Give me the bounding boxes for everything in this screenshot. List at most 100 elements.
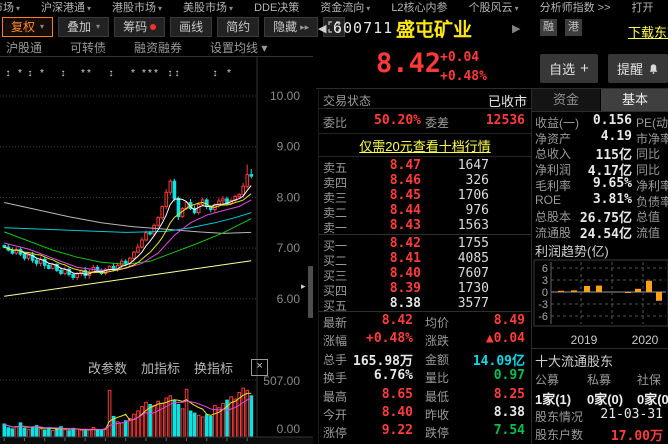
- weibi-label: 委比: [323, 114, 347, 131]
- stat-label: 涨幅: [323, 332, 347, 349]
- bid-row[interactable]: 买四8.391730: [319, 281, 531, 296]
- stat-value: 8.42: [347, 313, 413, 328]
- switch-indicator-button[interactable]: 换指标: [194, 358, 233, 377]
- draw-line-label: 画线: [179, 19, 203, 35]
- panel-collapse-icon[interactable]: ▸: [301, 281, 306, 292]
- bid-row[interactable]: 买一8.421755: [319, 236, 531, 251]
- svg-text:↕: ↕: [175, 68, 180, 79]
- svg-text:↕: ↕: [213, 68, 218, 79]
- overlay-button[interactable]: 叠加 ▾: [58, 17, 109, 37]
- svg-text:-6: -6: [538, 311, 548, 323]
- tab-basic[interactable]: 基本: [601, 89, 668, 111]
- close-indicator-icon[interactable]: ×: [251, 359, 268, 376]
- menu-item-7[interactable]: 个股风云▾: [469, 0, 519, 14]
- weibi-value: 50.20%: [359, 113, 421, 128]
- bid-price: 8.40: [357, 266, 421, 281]
- svg-text:7.00: 7.00: [277, 241, 301, 255]
- subnav-item-3[interactable]: 设置均线 ▾: [210, 39, 267, 56]
- stat-label: 涨停: [323, 424, 347, 441]
- svg-text:*: *: [148, 68, 152, 79]
- menu-item-4[interactable]: DDE决策: [254, 0, 299, 14]
- fundamental-row: 总收入115亿同比: [532, 144, 668, 160]
- draw-line-button[interactable]: 画线: [170, 17, 212, 37]
- svg-text:↕: ↕: [61, 68, 66, 79]
- menu-item-9[interactable]: 打开: [631, 0, 653, 14]
- chips-button[interactable]: 筹码: [114, 17, 165, 37]
- menu-item-0[interactable]: 市场▾: [0, 0, 20, 14]
- ask-row[interactable]: 卖二8.44976: [319, 203, 531, 218]
- bell-icon: [648, 63, 659, 75]
- adjust-price-button[interactable]: 复权 ▾: [2, 17, 53, 37]
- hide-button[interactable]: 隐藏 ▸▸: [264, 17, 318, 37]
- margin-badge[interactable]: 融: [540, 19, 557, 36]
- info-panel: 资金 基本 收益(一)0.156PE(动)净资产4.19市净率总收入115亿同比…: [531, 89, 668, 444]
- holder-col-label: 社保: [637, 371, 661, 388]
- add-indicator-button[interactable]: 加指标: [141, 358, 180, 377]
- download-link[interactable]: 下载东方财富: [628, 22, 668, 41]
- menu-item-6[interactable]: L2核心内参: [391, 0, 447, 14]
- stats-row: 最高8.65最低8.25: [319, 386, 531, 404]
- simple-mode-button[interactable]: 简约: [217, 17, 259, 37]
- stat-label: 最低: [425, 388, 449, 405]
- next-stock-icon[interactable]: ▶: [512, 22, 520, 35]
- fundamental-value: 9.65%: [562, 176, 632, 191]
- svg-text:↕: ↕: [6, 68, 11, 79]
- alert-button[interactable]: 提醒: [608, 54, 668, 83]
- bid-row[interactable]: 买三8.407607: [319, 266, 531, 281]
- subnav-item-1[interactable]: 可转债: [70, 39, 106, 56]
- svg-text:507.00: 507.00: [263, 374, 300, 388]
- hk-badge[interactable]: 港: [565, 19, 582, 36]
- vertical-scrollbar-thumb[interactable]: [308, 266, 313, 318]
- kline-chart[interactable]: 10.009.008.007.006.00507.000.00↕*↕*↕**↕*…: [0, 56, 313, 444]
- tab-funds[interactable]: 资金: [532, 89, 600, 111]
- chevron-down-icon: ▾: [87, 4, 91, 13]
- fundamental-row: 流通股24.54亿流值: [532, 223, 668, 239]
- divider: [319, 156, 531, 157]
- bid-row[interactable]: 买五8.383577: [319, 296, 531, 311]
- divider: [319, 234, 531, 235]
- price-change-pct: +0.48%: [440, 69, 487, 84]
- stock-code: 600711: [333, 19, 393, 37]
- bid-volume: 1755: [427, 236, 489, 251]
- ask-volume: 1706: [427, 188, 489, 203]
- market-subnav: 沪股通 可转债 融资融券 设置均线 ▾: [6, 39, 267, 56]
- stock-header: ◀ 600711 盛屯矿业 ▶ 融 港 下载东方财富 8.42 +0.04 +0…: [316, 14, 668, 88]
- menu-item-1[interactable]: 沪深港通▾: [41, 0, 91, 14]
- subnav-item-0[interactable]: 沪股通: [6, 39, 42, 56]
- stat-value: 8.25: [455, 387, 525, 402]
- prev-stock-icon[interactable]: ◀: [318, 22, 326, 35]
- ask-row[interactable]: 卖四8.46326: [319, 173, 531, 188]
- stat-label: 昨收: [425, 406, 449, 423]
- menu-item-3[interactable]: 美股市场▾: [183, 0, 233, 14]
- chevron-down-icon: ▾: [229, 4, 233, 13]
- subnav-item-2[interactable]: 融资融券: [134, 39, 182, 56]
- svg-text:*: *: [142, 68, 146, 79]
- menu-item-5[interactable]: 资金流向▾: [320, 0, 370, 14]
- holder-col-label: 公募: [535, 371, 559, 388]
- stats-row: 涨停9.22跌停7.54: [319, 422, 531, 440]
- divider: [532, 348, 668, 349]
- level2-link[interactable]: 仅需20元查看十档行情: [319, 136, 531, 156]
- stock-terminal-window: 市场▾ 沪深港通▾ 港股市场▾ 美股市场▾ DDE决策 资金流向▾ L2核心内参 个股风云▾ 分…: [0, 0, 668, 444]
- fundamental-row: 总股本26.75亿总值: [532, 207, 668, 223]
- svg-text:0.00: 0.00: [277, 422, 301, 436]
- ask-price: 8.47: [357, 158, 421, 173]
- menu-item-8[interactable]: 分析师指数 >>: [540, 0, 611, 14]
- stat-label: 今开: [323, 406, 347, 423]
- svg-text:*: *: [154, 68, 158, 79]
- ask-volume: 976: [427, 203, 489, 218]
- alert-label: 提醒: [617, 59, 643, 78]
- divider: [532, 111, 668, 112]
- ask-row[interactable]: 卖三8.451706: [319, 188, 531, 203]
- add-watchlist-button[interactable]: 自选 +: [540, 54, 598, 83]
- ask-row[interactable]: 卖五8.471647: [319, 158, 531, 173]
- change-params-button[interactable]: 改参数: [88, 358, 127, 377]
- ask-row[interactable]: 卖一8.431563: [319, 218, 531, 233]
- weicha-label: 委差: [425, 114, 449, 131]
- simple-mode-label: 简约: [226, 19, 250, 35]
- ask-volume: 326: [427, 173, 489, 188]
- menu-item-2[interactable]: 港股市场▾: [112, 0, 162, 14]
- hide-label: 隐藏: [273, 19, 297, 35]
- bid-row[interactable]: 买二8.414085: [319, 251, 531, 266]
- top-holders-title: 十大流通股东: [535, 351, 613, 370]
